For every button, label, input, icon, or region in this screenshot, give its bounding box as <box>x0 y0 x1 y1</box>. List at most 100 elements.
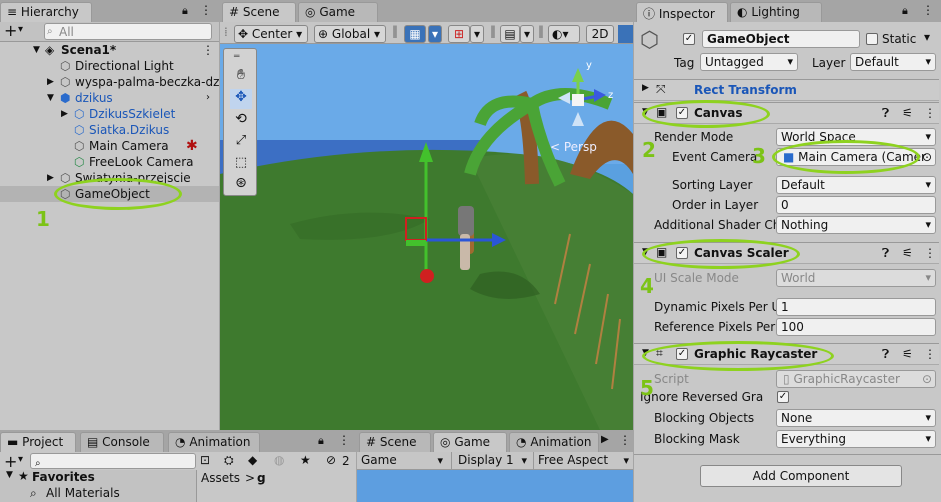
reference-pixels-input[interactable]: 100 <box>776 318 936 336</box>
lock-icon[interactable]: 🔒︎ <box>318 434 324 448</box>
scene-viewport[interactable]: y z < Persp ═ ✋︎ ✥ ⟲ ⤢ ⬚ ⊛ <box>220 44 633 430</box>
blocking-objects-dropdown[interactable]: None <box>776 409 936 427</box>
presets-icon[interactable]: ⚟ <box>902 106 913 120</box>
shading-mode-dropdown[interactable]: ◐▾ <box>548 25 580 43</box>
hand-tool-icon[interactable]: ✋︎ <box>230 67 252 87</box>
favorites-label[interactable]: Favorites <box>32 470 95 484</box>
hierarchy-item[interactable]: ⬡ Directional Light <box>0 58 219 74</box>
help-icon[interactable]: ❓︎ <box>882 106 889 121</box>
transform-tool-icon[interactable]: ⊛ <box>230 175 252 195</box>
breadcrumb-assets[interactable]: Assets <box>201 471 240 485</box>
dynamic-pixels-input[interactable]: 1 <box>776 298 936 316</box>
shader-channels-dropdown[interactable]: Nothing <box>776 216 936 234</box>
pivot-dropdown[interactable]: ✥ Center ▾ <box>234 25 308 43</box>
tag-dropdown[interactable]: Untagged <box>700 53 798 71</box>
hierarchy-item[interactable]: ▼ ⬢ dzikus › <box>0 90 219 106</box>
space-dropdown[interactable]: ⊕ Global ▾ <box>314 25 386 43</box>
more-options-icon[interactable]: ⋮ <box>922 3 934 17</box>
tab-hierarchy[interactable]: ≡ Hierarchy <box>0 2 92 22</box>
more-options-icon[interactable]: ⋮ <box>202 42 214 58</box>
toggle-view-dropdown[interactable]: ▾ <box>520 25 534 43</box>
project-search-input[interactable]: ⌕ <box>30 453 196 469</box>
type-filter-icon[interactable]: ⛭ <box>224 453 234 468</box>
game-mode-dropdown[interactable]: Game <box>357 452 447 470</box>
active-checkbox[interactable]: ✓ <box>683 33 695 45</box>
move-tool-icon[interactable]: ✥ <box>230 89 252 109</box>
tab-scene[interactable]: # Scene <box>359 432 431 452</box>
tab-console[interactable]: ▤ Console <box>80 432 164 452</box>
rect-transform-header[interactable]: ▶ ⤧ Rect Transform <box>634 79 939 101</box>
star-icon[interactable]: ★ <box>300 453 311 467</box>
chevron-down-icon[interactable]: ▾ <box>18 454 23 465</box>
expand-arrow-icon[interactable]: ▼ <box>47 90 54 106</box>
hierarchy-search-input[interactable]: ⌕ All <box>44 23 212 40</box>
more-options-icon[interactable]: ⋮ <box>619 433 631 447</box>
hierarchy-item[interactable]: ▶ ⬡ wyspa-palma-beczka-dz <box>0 74 219 90</box>
rotate-tool-icon[interactable]: ⟲ <box>230 111 252 131</box>
aspect-dropdown[interactable]: Free Aspect <box>533 452 633 470</box>
chevron-down-icon[interactable]: ▾ <box>18 24 23 35</box>
rect-tool-icon[interactable]: ⬚ <box>230 155 252 175</box>
more-options-icon[interactable]: ⋮ <box>924 106 936 120</box>
object-picker-icon[interactable]: ⊙ <box>922 149 932 165</box>
add-icon[interactable]: + <box>4 452 17 471</box>
more-options-icon[interactable]: ⋮ <box>924 246 936 260</box>
hierarchy-item[interactable]: ⬡ Siatka.Dzikus <box>0 122 219 138</box>
help-icon[interactable]: ❓︎ <box>882 347 889 362</box>
lock-icon[interactable]: 🔒︎ <box>902 4 908 18</box>
object-name-input[interactable]: GameObject <box>702 30 860 48</box>
static-checkbox[interactable] <box>866 33 878 45</box>
blocking-mask-dropdown[interactable]: Everything <box>776 430 936 448</box>
scale-tool-icon[interactable]: ⤢ <box>230 133 252 153</box>
hierarchy-item[interactable]: ⬡ FreeLook Camera <box>0 154 219 170</box>
drag-handle-icon[interactable]: ═ <box>234 52 239 62</box>
increment-snap-dropdown[interactable]: ▾ <box>470 25 484 43</box>
grid-snap-button[interactable]: ▦ <box>404 25 426 43</box>
lighting-toggle-button[interactable] <box>618 25 633 43</box>
expand-arrow-icon[interactable]: ▼ <box>6 470 13 480</box>
presets-icon[interactable]: ⚟ <box>902 347 913 361</box>
scene-row[interactable]: ▼ ◈ Scena1* ⋮ <box>0 42 219 58</box>
chevron-down-icon[interactable]: ▾ <box>924 30 930 44</box>
grid-snap-dropdown[interactable]: ▾ <box>428 25 442 43</box>
expand-arrow-icon[interactable]: ▶ <box>47 170 54 186</box>
chevron-right-icon[interactable]: ▶ <box>601 434 609 445</box>
breadcrumb-folder[interactable]: g <box>257 471 266 485</box>
hierarchy-item[interactable]: ⬡ Main Camera ✱ <box>0 138 219 154</box>
search-filter-icon[interactable]: ⊡ <box>200 453 210 467</box>
tab-game[interactable]: ◎ Game <box>433 432 507 452</box>
expand-arrow-icon[interactable]: ▶ <box>61 106 68 122</box>
ignore-reversed-checkbox[interactable]: ✓ <box>777 391 789 403</box>
presets-icon[interactable]: ⚟ <box>902 246 913 260</box>
chevron-right-icon[interactable]: › <box>206 90 210 106</box>
tab-animation[interactable]: ◔ Animation <box>509 432 599 452</box>
increment-snap-button[interactable]: ⊞ <box>448 25 470 43</box>
more-options-icon[interactable]: ⋮ <box>200 3 212 17</box>
add-component-button[interactable]: Add Component <box>700 465 902 487</box>
sorting-layer-dropdown[interactable]: Default <box>776 176 936 194</box>
order-in-layer-input[interactable]: 0 <box>776 196 936 214</box>
help-icon[interactable]: ❓︎ <box>882 246 889 261</box>
expand-arrow-icon[interactable]: ▶ <box>642 83 649 93</box>
hidden-packages-icon[interactable]: ⊘ <box>326 453 336 467</box>
orientation-gizmo[interactable]: y z <box>550 56 630 136</box>
expand-arrow-icon[interactable]: ▶ <box>47 74 54 90</box>
layer-dropdown[interactable]: Default <box>850 53 936 71</box>
toggle-view-button[interactable]: ▤ <box>500 25 520 43</box>
tab-animation[interactable]: ◔ Animation <box>168 432 260 452</box>
more-options-icon[interactable]: ⋮ <box>338 433 350 447</box>
all-materials-item[interactable]: All Materials <box>46 486 120 500</box>
persp-label[interactable]: < Persp <box>550 140 597 154</box>
more-options-icon[interactable]: ⋮ <box>924 347 936 361</box>
expand-arrow-icon[interactable]: ▼ <box>33 42 40 58</box>
add-icon[interactable]: + <box>4 22 17 40</box>
lock-icon[interactable]: 🔒︎ <box>182 4 188 18</box>
tab-scene[interactable]: # Scene <box>222 2 296 22</box>
display-dropdown[interactable]: Display 1 <box>451 452 531 470</box>
tab-inspector[interactable]: ⓘ Inspector <box>636 2 728 22</box>
2d-toggle-button[interactable]: 2D <box>586 25 614 43</box>
hierarchy-item[interactable]: ▶ ⬡ DzikusSzkielet <box>0 106 219 122</box>
tab-lighting[interactable]: ◐ Lighting <box>730 2 822 22</box>
label-filter-icon[interactable]: ◆ <box>248 453 257 467</box>
log-filter-icon[interactable]: ◍ <box>274 453 284 467</box>
